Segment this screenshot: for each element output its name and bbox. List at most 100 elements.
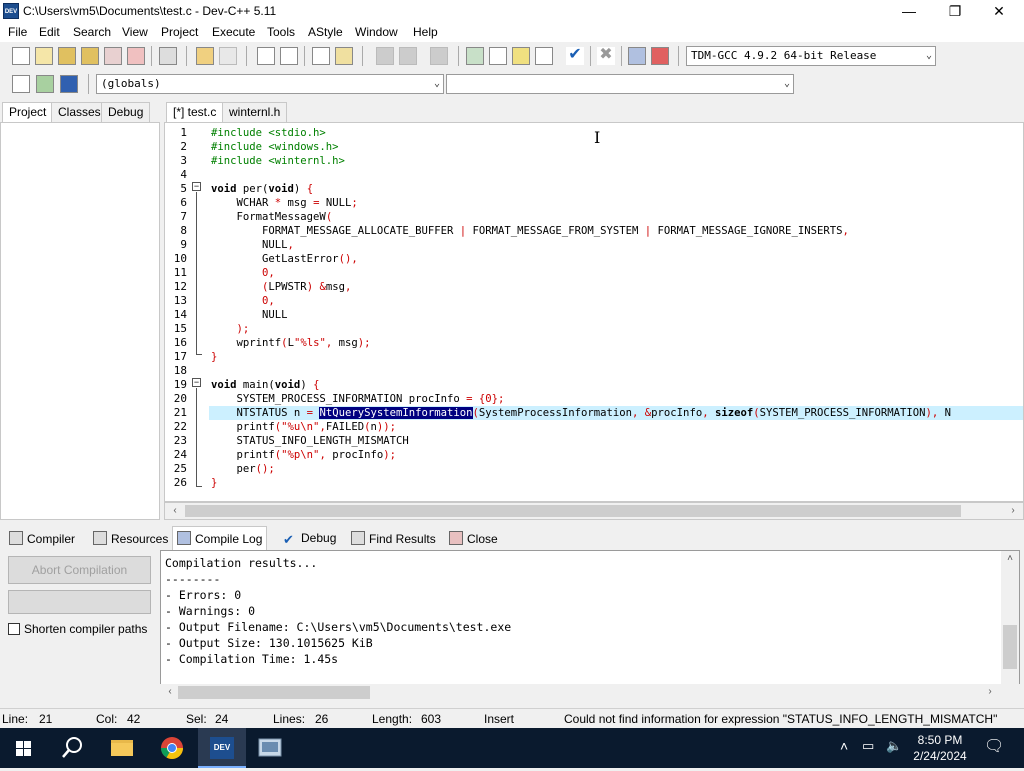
menu-help[interactable]: Help <box>413 25 438 39</box>
compile-controls: Abort Compilation Shorten compiler paths <box>0 550 160 706</box>
line-number: 20 <box>173 392 187 405</box>
devcpp-taskbar-button[interactable]: DEV <box>198 728 246 768</box>
tab-project[interactable]: Project <box>2 102 54 122</box>
find-icon[interactable] <box>257 47 275 65</box>
goto-bookmark-icon[interactable] <box>335 47 353 65</box>
scroll-right-icon[interactable]: › <box>1005 503 1021 519</box>
profile-icon[interactable] <box>628 47 646 65</box>
debug-icon[interactable] <box>651 47 669 65</box>
scroll-right-icon[interactable]: › <box>982 684 998 700</box>
scroll-up-icon[interactable]: ˄ <box>1002 551 1018 567</box>
check-syntax-icon[interactable]: ✔ <box>566 47 584 65</box>
clock-date[interactable]: 2/24/2024 <box>910 749 970 763</box>
stop-execution-icon[interactable]: ✖ <box>597 47 615 65</box>
scrollbar-thumb[interactable] <box>178 686 370 699</box>
menu-search[interactable]: Search <box>73 25 111 39</box>
menu-tools[interactable]: Tools <box>267 25 295 39</box>
editor-horizontal-scrollbar[interactable]: ‹ › <box>164 502 1024 520</box>
code-editor[interactable]: 1 2 3 4 5 6 7 8 9 10 11 12 13 14 15 16 17 18 19 20 21 22 23 24 2… <box>164 122 1024 502</box>
member-select[interactable]: ⌄ <box>446 74 794 94</box>
start-button[interactable] <box>0 728 48 768</box>
network-icon[interactable]: ▭ <box>862 738 874 754</box>
compiler-select[interactable]: TDM-GCC 4.9.2 64-bit Release ⌄ <box>686 46 936 66</box>
devcpp-app-icon[interactable]: DEV <box>3 3 19 19</box>
scroll-left-icon[interactable]: ‹ <box>167 503 183 519</box>
unindent-icon[interactable] <box>376 47 394 65</box>
open-file-icon[interactable] <box>35 47 53 65</box>
scope-select[interactable]: (globals) ⌄ <box>96 74 444 94</box>
tab-close[interactable]: Close <box>444 526 503 550</box>
tab-resources[interactable]: Resources <box>88 526 173 550</box>
toggle-bookmark-icon[interactable] <box>60 75 78 93</box>
clock-time[interactable]: 8:50 PM <box>914 733 966 747</box>
tab-winternl-h[interactable]: winternl.h <box>222 102 288 122</box>
menu-window[interactable]: Window <box>355 25 398 39</box>
project-browser[interactable] <box>0 122 160 520</box>
scrollbar-thumb[interactable] <box>1003 625 1017 669</box>
code-line: NULL, <box>211 239 294 251</box>
tab-classes[interactable]: Classes <box>51 102 108 122</box>
chrome-taskbar-button[interactable] <box>148 728 196 768</box>
control-panel-taskbar-button[interactable] <box>246 728 294 768</box>
minimize-button[interactable]: — <box>886 0 932 22</box>
goto-declaration-icon[interactable] <box>36 75 54 93</box>
tab-compile-log[interactable]: Compile Log <box>172 526 268 550</box>
shorten-paths-checkbox[interactable] <box>8 623 20 635</box>
code-line: } <box>211 351 218 363</box>
indent-icon[interactable] <box>399 47 417 65</box>
menu-view[interactable]: View <box>122 25 148 39</box>
devcpp-icon: DEV <box>210 737 234 759</box>
tab-debug[interactable]: Debug <box>101 102 151 122</box>
goto-line-icon[interactable] <box>312 47 330 65</box>
scroll-left-icon[interactable]: ‹ <box>162 684 178 700</box>
replace-icon[interactable] <box>280 47 298 65</box>
rebuild-icon[interactable] <box>535 47 553 65</box>
volume-muted-icon[interactable]: 🔈 <box>886 738 902 754</box>
fold-toggle[interactable]: − <box>192 182 201 191</box>
scope-select-value: (globals) <box>101 77 161 90</box>
status-insert-mode: Insert <box>484 712 515 726</box>
file-explorer-taskbar-button[interactable] <box>98 728 146 768</box>
compile-run-icon[interactable] <box>512 47 530 65</box>
log-vertical-scrollbar[interactable]: ˄ <box>1001 551 1019 685</box>
print-icon[interactable] <box>159 47 177 65</box>
notifications-icon[interactable]: 🗨 <box>984 736 1004 756</box>
log-horizontal-scrollbar[interactable]: ‹ › <box>160 684 1020 702</box>
menu-project[interactable]: Project <box>161 25 198 39</box>
undo-icon[interactable] <box>196 47 214 65</box>
mouse-text-cursor: I <box>594 128 601 147</box>
code-line: SYSTEM_PROCESS_INFORMATION procInfo = {0… <box>211 393 505 405</box>
tab-compiler[interactable]: Compiler <box>4 526 80 550</box>
tab-debug-log[interactable]: ✔ Debug <box>278 526 341 550</box>
save-icon[interactable] <box>58 47 76 65</box>
save-all-icon[interactable] <box>81 47 99 65</box>
status-col-value: 42 <box>127 712 141 726</box>
shorten-paths-checkbox-row[interactable]: Shorten compiler paths <box>8 622 147 636</box>
menu-execute[interactable]: Execute <box>212 25 255 39</box>
menu-file[interactable]: File <box>8 25 27 39</box>
run-icon[interactable] <box>489 47 507 65</box>
new-file-icon[interactable] <box>12 47 30 65</box>
fold-toggle[interactable]: − <box>192 378 201 387</box>
redo-icon[interactable] <box>219 47 237 65</box>
maximize-button[interactable]: ❐ <box>932 0 978 22</box>
windows-taskbar: DEV ˄ ▭ 🔈 8:50 PM 2/24/2024 🗨 <box>0 728 1024 768</box>
tab-test-c[interactable]: [*] test.c <box>166 102 224 122</box>
tray-chevron-up-icon[interactable]: ˄ <box>840 738 848 754</box>
close-file-icon[interactable] <box>104 47 122 65</box>
log-line: - Output Size: 130.1015625 KiB <box>165 636 373 650</box>
menu-edit[interactable]: Edit <box>39 25 60 39</box>
insert-icon[interactable] <box>12 75 30 93</box>
tab-find-results[interactable]: Find Results <box>346 526 441 550</box>
close-button[interactable]: ✕ <box>976 0 1022 22</box>
line-number: 11 <box>173 266 187 279</box>
menu-astyle[interactable]: AStyle <box>308 25 343 39</box>
toggle-comment-icon[interactable] <box>430 47 448 65</box>
compile-log[interactable]: Compilation results... -------- - Errors: … <box>160 550 1020 686</box>
scrollbar-thumb[interactable] <box>185 505 961 517</box>
search-button[interactable] <box>48 728 96 768</box>
tab-label: Debug <box>301 531 337 545</box>
abort-compilation-button[interactable]: Abort Compilation <box>8 556 151 584</box>
compile-icon[interactable] <box>466 47 484 65</box>
close-all-icon[interactable] <box>127 47 145 65</box>
